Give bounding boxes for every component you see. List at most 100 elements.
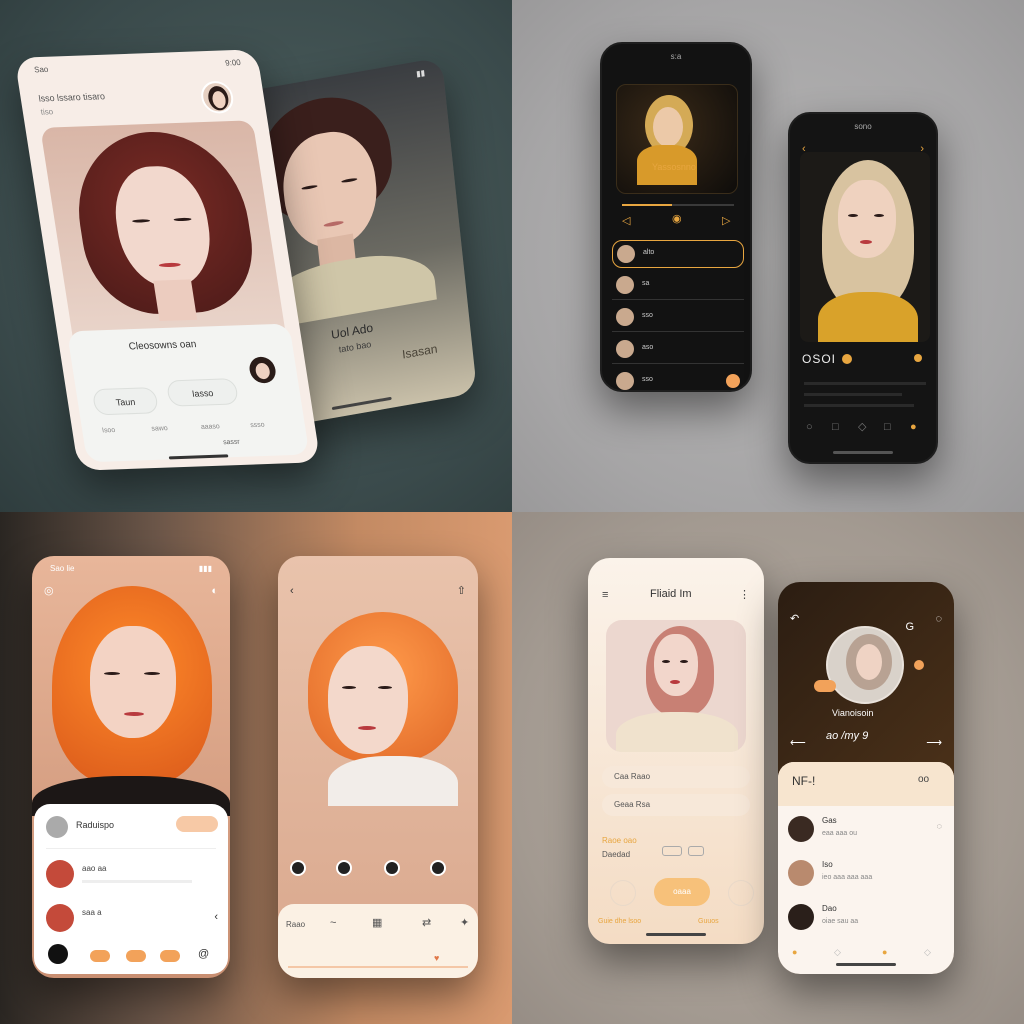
panel-badge: oo <box>918 774 930 785</box>
item-sub: eaa aaa ou <box>822 830 858 837</box>
star-icon[interactable]: ✦ <box>460 918 469 929</box>
undo-icon[interactable]: ↶ <box>790 614 799 625</box>
item-sub: ieo aaa aaa aaa <box>822 874 873 881</box>
bar-label: Raao <box>286 920 306 929</box>
item-name: Gas <box>822 816 837 825</box>
input-field-2[interactable]: Geaa Rsa <box>602 794 750 816</box>
quadrant-bottom-left: Sao lie ▮▮▮ ◎ ◐ Raduispo aao aa saa a ‹ <box>0 512 512 1024</box>
ghost-button[interactable] <box>610 880 636 906</box>
tab-item[interactable] <box>160 950 180 962</box>
back-icon[interactable]: ‹ <box>290 586 294 597</box>
play-fab[interactable] <box>726 374 740 388</box>
footer-right: Guuos <box>698 918 719 925</box>
bottom-bar: Raao ~ ▦ ⇄ ✦ ♥ <box>278 904 478 978</box>
row-avatar[interactable] <box>46 904 74 932</box>
list-item[interactable]: Gas eaa aaa ou ◌ <box>786 812 946 848</box>
grid-icon[interactable]: ▦ <box>372 918 382 929</box>
action-icon[interactable] <box>290 860 306 876</box>
bottom-tab-icon[interactable]: ● <box>910 422 917 433</box>
arrow-icon[interactable]: ⟶ <box>926 738 942 749</box>
bottom-tab-icon[interactable]: □ <box>884 422 891 433</box>
ghost-button[interactable] <box>728 880 754 906</box>
row-label-1: Isoo <box>101 426 116 435</box>
item-name: Dao <box>822 904 837 913</box>
track-name: aso <box>642 344 654 351</box>
tab-item[interactable] <box>126 950 146 962</box>
tab-item[interactable] <box>90 950 110 962</box>
row-label-4: ssso <box>249 421 266 430</box>
eye-icon[interactable]: ◌ <box>937 822 942 831</box>
play-icon[interactable]: ◉ <box>672 214 682 225</box>
album-art <box>616 84 738 194</box>
bottom-tab-icon[interactable]: ○ <box>806 422 813 433</box>
profile-label: Isasan <box>401 341 439 362</box>
action-button-1[interactable]: Taun <box>91 387 160 416</box>
action-button-2[interactable]: Iasso <box>165 378 240 407</box>
action-icon[interactable] <box>384 860 400 876</box>
orange-profile-phone: Sao lie ▮▮▮ ◎ ◐ Raduispo aao aa saa a ‹ <box>32 556 230 978</box>
portrait-female <box>40 120 287 350</box>
spiral-icon[interactable]: @ <box>198 949 209 960</box>
grid-icon[interactable]: G <box>905 622 914 633</box>
tab-icon[interactable]: ◇ <box>924 948 931 957</box>
globe-icon[interactable]: ◌ <box>935 614 942 625</box>
progress-track[interactable] <box>622 204 734 206</box>
field-value: Caa Raao <box>614 772 651 781</box>
row-avatar[interactable] <box>46 860 74 888</box>
tab-icon[interactable]: ⇄ <box>422 918 431 929</box>
user-avatar[interactable] <box>198 80 236 114</box>
list-item[interactable]: sa <box>612 272 744 300</box>
screen-title: Fliaid Im <box>650 588 692 600</box>
track-name: sa <box>642 280 650 287</box>
small-avatar[interactable] <box>247 356 278 384</box>
tab-home[interactable] <box>48 944 68 964</box>
primary-cta[interactable]: oaaa <box>654 878 710 906</box>
arrow-icon[interactable]: ⟵ <box>790 738 806 749</box>
more-icon[interactable]: ⋮ <box>739 590 750 601</box>
portrait-ginger <box>32 576 230 816</box>
footer-label: sassr <box>222 438 241 447</box>
profile-avatar[interactable] <box>826 626 904 704</box>
action-icon[interactable] <box>336 860 352 876</box>
row-text: aao aa <box>82 864 107 873</box>
tab-icon[interactable]: ● <box>792 948 797 957</box>
placeholder-lines <box>804 382 926 407</box>
home-indicator <box>168 454 228 460</box>
header-text: lsso lssaro tisaro <box>37 91 106 104</box>
follow-button[interactable] <box>176 816 218 832</box>
profile-sub: tato bao <box>338 339 372 355</box>
prev-icon[interactable]: ◁ <box>622 216 630 227</box>
settings-dot[interactable] <box>914 354 922 362</box>
toggle-box[interactable] <box>662 846 682 856</box>
next-icon[interactable]: ▷ <box>722 216 730 227</box>
action-icon[interactable] <box>430 860 446 876</box>
music-player-phone: s:a Yassosnno ◁ ◉ ▷ alto sa sso aso sso <box>600 42 752 392</box>
toggle-box[interactable] <box>688 846 704 856</box>
bottom-tab-icon[interactable]: ◇ <box>858 422 866 433</box>
list-item[interactable]: alto <box>612 240 744 268</box>
share-icon[interactable]: ⇧ <box>457 586 466 597</box>
tab-icon[interactable]: ◇ <box>834 948 841 957</box>
tab-icon[interactable]: ~ <box>330 918 336 929</box>
list-item[interactable]: Iso ieo aaa aaa aaa <box>786 856 946 892</box>
quadrant-bottom-right: ≡ Fliaid Im ⋮ Caa Raao Geaa Rsa Raoe oao… <box>512 512 1024 1024</box>
bottom-tab-icon[interactable]: □ <box>832 422 839 433</box>
card-avatar[interactable] <box>46 816 68 838</box>
row-label-2: sawo <box>151 425 169 433</box>
meta-label: Raoe oao <box>602 836 637 845</box>
chevron-left-icon[interactable]: ‹ <box>214 912 218 923</box>
list-item[interactable]: Dao oiae sau aa <box>786 900 946 936</box>
input-field-1[interactable]: Caa Raao <box>602 766 750 788</box>
tab-icon[interactable]: ● <box>882 948 887 957</box>
counter-display: OSOI <box>802 352 837 366</box>
button-label: Taun <box>115 396 136 408</box>
row-text: saa a <box>82 908 102 917</box>
record-dot[interactable] <box>842 354 852 364</box>
bottom-panel: NF-! oo Gas eaa aaa ou ◌ Iso ieo aaa aaa… <box>778 762 954 974</box>
list-item[interactable]: aso <box>612 336 744 364</box>
cta-label: oaaa <box>673 887 691 896</box>
menu-icon[interactable]: ≡ <box>602 590 608 601</box>
list-item[interactable]: sso <box>612 368 744 390</box>
portrait-blonde <box>800 152 930 342</box>
list-item[interactable]: sso <box>612 304 744 332</box>
